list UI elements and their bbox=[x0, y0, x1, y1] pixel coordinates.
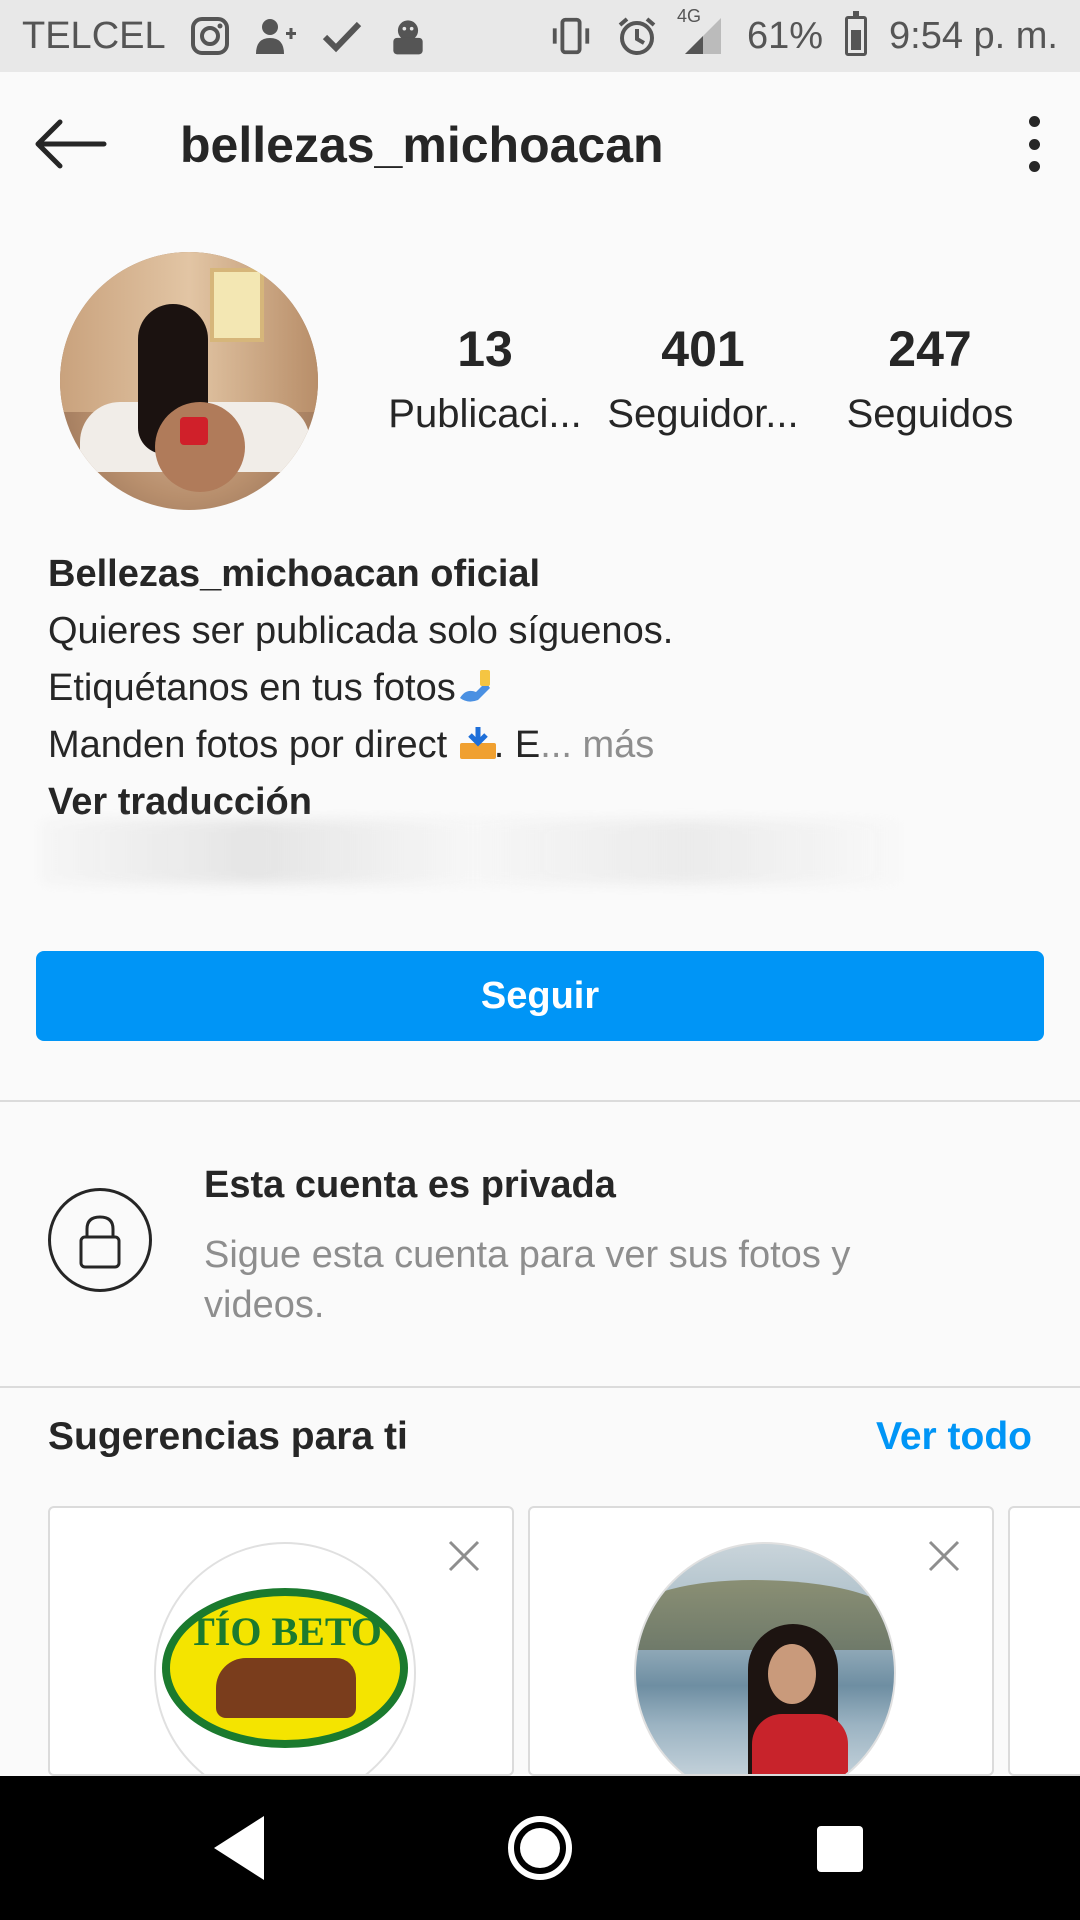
clock: 9:54 p. m. bbox=[889, 14, 1058, 57]
suggestion-avatar[interactable]: TÍO BETO bbox=[154, 1542, 416, 1774]
suggestion-avatar[interactable] bbox=[634, 1542, 896, 1774]
back-button[interactable] bbox=[32, 116, 108, 172]
profile-avatar[interactable] bbox=[60, 252, 318, 510]
lock-icon bbox=[79, 1215, 121, 1269]
bio-line: Manden fotos por direct . E... más bbox=[48, 717, 1048, 774]
private-account-description: Sigue esta cuenta para ver sus fotos y v… bbox=[204, 1234, 851, 1326]
network-type-label: 4G bbox=[676, 6, 701, 26]
carrier-label: TELCEL bbox=[22, 14, 166, 57]
stat-value: 401 bbox=[661, 321, 745, 377]
section-divider bbox=[0, 1100, 1080, 1102]
posts-count[interactable]: 13 Publicaci... bbox=[380, 320, 590, 437]
status-bar: TELCEL 4G 61% 9:54 p. m. bbox=[0, 0, 1080, 72]
stat-value: 247 bbox=[888, 321, 972, 377]
selfie-emoji-icon bbox=[456, 664, 492, 702]
suggestion-card[interactable]: TÍO BETO bbox=[48, 1506, 514, 1776]
more-options-button[interactable] bbox=[1022, 116, 1046, 172]
suggestions-title: Sugerencias para ti bbox=[48, 1415, 408, 1458]
alarm-icon bbox=[615, 14, 659, 58]
brand-logo-text: TÍO BETO bbox=[188, 1609, 382, 1654]
battery-icon bbox=[845, 11, 868, 56]
app-icon bbox=[386, 14, 430, 58]
stat-value: 13 bbox=[457, 321, 513, 377]
bio-line-text: Manden fotos por direct bbox=[48, 724, 448, 766]
stat-label: Seguidor... bbox=[607, 392, 799, 436]
dismiss-suggestion-button[interactable] bbox=[926, 1538, 962, 1574]
inbox-tray-emoji-icon bbox=[458, 721, 496, 759]
following-count[interactable]: 247 Seguidos bbox=[830, 320, 1030, 437]
add-person-icon bbox=[254, 14, 298, 58]
more-link[interactable]: ... más bbox=[540, 724, 654, 766]
arrow-left-icon bbox=[35, 119, 107, 169]
profile-username: bellezas_michoacan bbox=[180, 117, 664, 173]
stat-label: Seguidos bbox=[846, 392, 1014, 436]
blurred-bio-line bbox=[42, 820, 902, 884]
suggestion-card-partial[interactable] bbox=[1008, 1506, 1080, 1776]
section-divider bbox=[0, 1386, 1080, 1388]
stat-label: Publicaci... bbox=[388, 392, 582, 436]
dismiss-suggestion-button[interactable] bbox=[446, 1538, 482, 1574]
bio-line: Etiquétanos en tus fotos bbox=[48, 660, 1048, 717]
followers-count[interactable]: 401 Seguidor... bbox=[598, 320, 808, 437]
instagram-icon bbox=[188, 14, 232, 58]
suggestion-card[interactable] bbox=[528, 1506, 994, 1776]
profile-display-name: Bellezas_michoacan oficial bbox=[48, 553, 541, 595]
bio-line-text: Etiquétanos en tus fotos bbox=[48, 667, 456, 709]
follow-button[interactable]: Seguir bbox=[36, 951, 1044, 1041]
nav-back-icon[interactable] bbox=[214, 1816, 264, 1880]
vibrate-icon bbox=[549, 14, 593, 58]
private-lock-badge bbox=[48, 1188, 152, 1292]
profile-header: bellezas_michoacan bbox=[0, 72, 1080, 218]
bio-line: Quieres ser publicada solo síguenos. bbox=[48, 610, 674, 652]
android-navigation-bar bbox=[0, 1776, 1080, 1920]
bio-line-text: . E bbox=[493, 724, 541, 766]
battery-percent: 61% bbox=[746, 14, 824, 57]
profile-bio: Bellezas_michoacan oficial Quieres ser p… bbox=[48, 546, 1048, 831]
see-all-link[interactable]: Ver todo bbox=[876, 1415, 1032, 1459]
nav-home-icon[interactable] bbox=[508, 1816, 572, 1880]
more-vertical-icon bbox=[1028, 116, 1040, 127]
check-icon bbox=[320, 14, 364, 58]
private-account-title: Esta cuenta es privada bbox=[204, 1164, 616, 1206]
nav-recent-apps-icon[interactable] bbox=[817, 1826, 863, 1872]
